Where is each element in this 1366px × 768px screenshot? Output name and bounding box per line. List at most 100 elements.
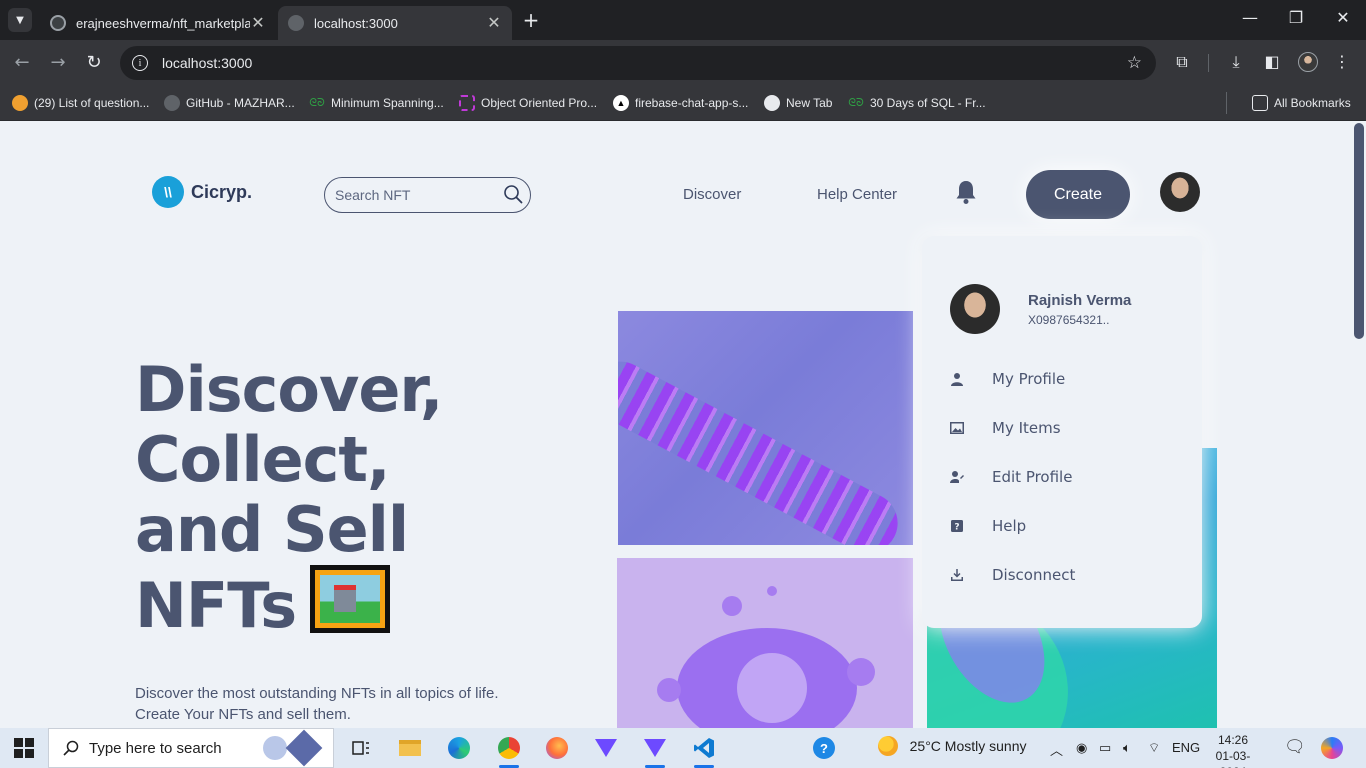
- menu-item-edit-profile[interactable]: Edit Profile: [948, 465, 1178, 489]
- bookmark-item[interactable]: Object Oriented Pro...: [459, 92, 597, 114]
- tab-title: localhost:3000: [314, 15, 398, 31]
- nav-help-center[interactable]: Help Center: [817, 186, 897, 203]
- menu-item-disconnect[interactable]: Disconnect: [948, 563, 1178, 587]
- tab-strip: ▼ erajneeshverma/nft_marketplac ✕ localh…: [0, 0, 1366, 40]
- bookmark-item[interactable]: GitHub - MAZHAR...: [164, 92, 295, 114]
- menu-item-my-profile[interactable]: [948, 488, 1178, 512]
- menu-icon[interactable]: ⋮: [1331, 52, 1353, 71]
- taskbar-search[interactable]: Type here to search: [48, 728, 334, 768]
- forward-icon[interactable]: →: [47, 52, 69, 73]
- bookmark-star-icon[interactable]: ☆: [1127, 53, 1142, 73]
- address-bar[interactable]: i localhost:3000 ☆: [120, 46, 1156, 80]
- site-logo[interactable]: \\ Cicryp.: [152, 176, 252, 208]
- github-icon: [164, 95, 180, 111]
- create-button[interactable]: Create: [1026, 170, 1130, 219]
- vscode-icon[interactable]: [690, 734, 718, 768]
- bookmark-item[interactable]: New Tab: [764, 92, 832, 114]
- hero-line-last: NFTs: [135, 565, 555, 641]
- download-icon[interactable]: ⤓: [1225, 52, 1247, 72]
- hero-heading: Discover, Collect, and Sell NFTs: [135, 355, 555, 641]
- proton-vpn-icon[interactable]: [641, 734, 669, 768]
- user-name: Rajnish Verma: [1028, 292, 1132, 309]
- hero-line: Collect,: [135, 423, 391, 496]
- nft-image-spiral[interactable]: [618, 311, 913, 545]
- extensions-icon[interactable]: ⧉: [1171, 52, 1193, 72]
- hero-line: and Sell: [135, 493, 409, 566]
- bookmark-item[interactable]: (29) List of question...: [12, 92, 149, 114]
- nft-image-bubbles[interactable]: [617, 558, 913, 728]
- bookmark-item[interactable]: ᘓᘐ 30 Days of SQL - Fr...: [848, 92, 986, 114]
- search-box: [324, 177, 531, 213]
- help-app-icon[interactable]: ?: [810, 734, 838, 762]
- tab-github[interactable]: erajneeshverma/nft_marketplac ✕: [40, 6, 276, 40]
- close-window-icon[interactable]: ✕: [1333, 8, 1353, 27]
- help-icon: ?: [948, 517, 966, 535]
- search-highlight-icon: [263, 729, 323, 767]
- search-icon[interactable]: [503, 184, 523, 204]
- language-indicator[interactable]: ENG: [1172, 740, 1200, 755]
- bookmark-label: Object Oriented Pro...: [481, 96, 598, 110]
- battery-icon[interactable]: ▭: [1099, 740, 1111, 756]
- notifications-icon[interactable]: 🗨︎: [1284, 737, 1306, 757]
- bookmark-label: 30 Days of SQL - Fr...: [870, 96, 986, 110]
- minimize-icon[interactable]: —: [1240, 8, 1260, 27]
- volume-icon[interactable]: 🔈︎: [1123, 740, 1131, 756]
- bookmark-label: GitHub - MAZHAR...: [186, 96, 295, 110]
- all-bookmarks[interactable]: All Bookmarks: [1252, 92, 1351, 114]
- github-favicon-icon: [50, 15, 66, 31]
- side-panel-icon[interactable]: ◧: [1261, 52, 1283, 71]
- firefox-icon[interactable]: [543, 734, 571, 762]
- edge-icon[interactable]: [445, 734, 473, 762]
- back-icon[interactable]: ←: [11, 52, 33, 73]
- browser-toolbar: ← → ↻ i localhost:3000 ☆ ⧉ ⤓ ◧ ⋮: [0, 40, 1366, 86]
- bookmark-label: New Tab: [786, 96, 833, 110]
- new-tab-button[interactable]: +: [520, 8, 542, 32]
- file-explorer-icon[interactable]: [396, 734, 424, 762]
- site-info-icon[interactable]: i: [132, 55, 148, 71]
- bookmark-label: (29) List of question...: [34, 96, 150, 110]
- reload-icon[interactable]: ↻: [83, 52, 105, 73]
- menu-item-my-items[interactable]: My Items: [948, 416, 1178, 440]
- bookmark-item[interactable]: ᘓᘐ Minimum Spanning...: [309, 92, 443, 114]
- restore-icon[interactable]: ❐: [1286, 8, 1306, 27]
- tab-localhost[interactable]: localhost:3000 ✕: [278, 6, 512, 40]
- svg-text:?: ?: [954, 523, 959, 533]
- user-avatar[interactable]: [1160, 172, 1200, 212]
- bookmark-label: All Bookmarks: [1274, 96, 1351, 110]
- proton-vpn-icon[interactable]: [592, 734, 620, 762]
- tab-search-button[interactable]: ▼: [8, 8, 32, 32]
- user-id: X0987654321..: [1028, 313, 1110, 327]
- nav-discover[interactable]: Discover: [683, 186, 741, 203]
- folder-icon: [1252, 95, 1268, 111]
- search-input[interactable]: [335, 187, 495, 203]
- copilot-icon[interactable]: [1318, 734, 1346, 762]
- windows-start-icon[interactable]: [14, 738, 34, 758]
- menu-item-help[interactable]: ? Help: [948, 514, 1178, 538]
- person-icon: [948, 370, 966, 388]
- address-text: localhost:3000: [162, 55, 253, 71]
- weather-widget[interactable]: 25°C Mostly sunny: [878, 736, 1027, 756]
- tab-title: erajneeshverma/nft_marketplac: [76, 15, 250, 31]
- menu-item-label: Edit Profile: [992, 468, 1073, 486]
- geeksforgeeks-icon: ᘓᘐ: [848, 96, 864, 109]
- wifi-icon[interactable]: ⌔: [1148, 740, 1160, 756]
- clock[interactable]: 14:26 01-03-2024: [1208, 732, 1258, 768]
- logo-text: Cicryp.: [191, 181, 253, 202]
- scrollbar[interactable]: [1354, 123, 1364, 339]
- chevron-up-icon[interactable]: ︿: [1050, 740, 1063, 759]
- close-tab-icon[interactable]: ✕: [250, 13, 266, 33]
- image-icon: [948, 419, 966, 437]
- windows-taskbar: Type here to search ? 25°C Mostly sunny …: [0, 728, 1366, 768]
- close-tab-icon[interactable]: ✕: [486, 13, 502, 33]
- bookmarks-bar: (29) List of question... GitHub - MAZHAR…: [0, 86, 1366, 121]
- meet-now-icon[interactable]: ◉: [1076, 740, 1087, 756]
- bookmark-label: firebase-chat-app-s...: [635, 96, 749, 110]
- logo-mark-icon: \\: [152, 176, 184, 208]
- menu-item-my-profile[interactable]: My Profile: [948, 367, 1178, 391]
- bell-icon[interactable]: [955, 179, 977, 205]
- task-view-icon[interactable]: [347, 734, 375, 762]
- chrome-icon[interactable]: [495, 734, 523, 768]
- taskbar-search-text: Type here to search: [89, 739, 222, 757]
- bookmark-item[interactable]: ▲ firebase-chat-app-s...: [613, 92, 748, 114]
- profile-avatar-icon[interactable]: [1298, 52, 1318, 72]
